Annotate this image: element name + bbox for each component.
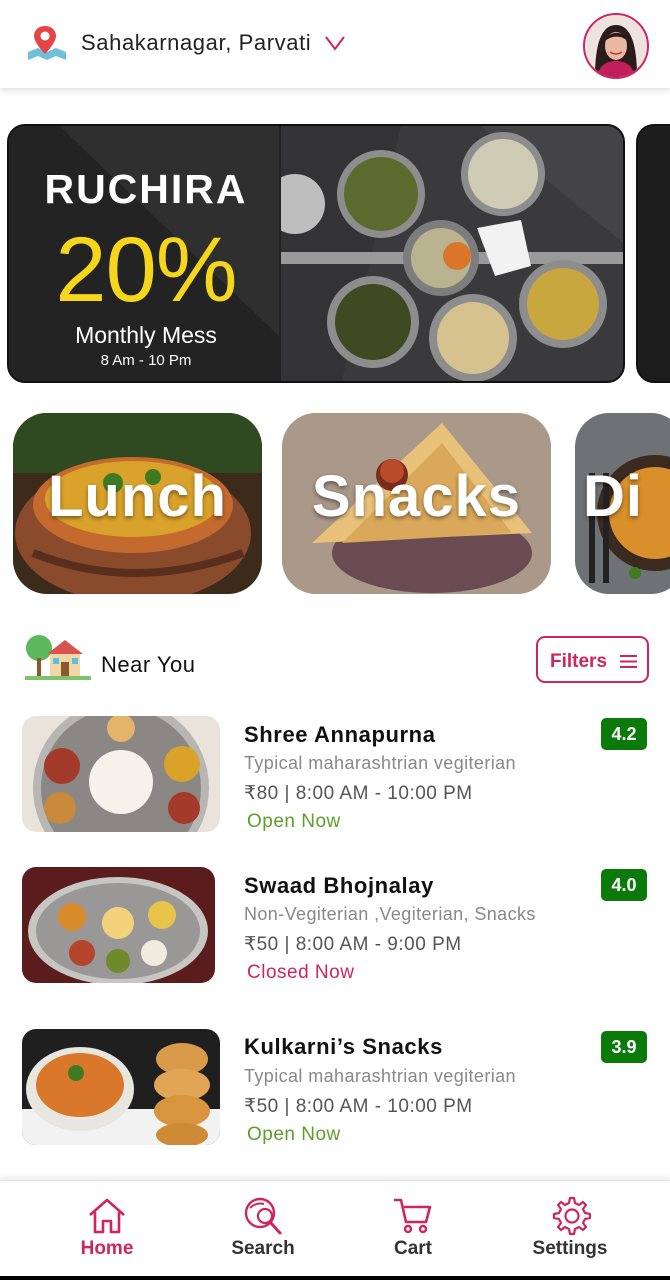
restaurant-price-hours: ₹50 | 8:00 AM - 10:00 PM (244, 1096, 473, 1117)
banner-text-panel: RUCHIRA 20% Monthly Mess 8 Am - 10 Pm (9, 126, 283, 381)
restaurant-thumbnail (22, 716, 220, 832)
menu-icon (620, 655, 637, 668)
nav-search[interactable]: Search (218, 1181, 308, 1280)
nav-settings-label: Settings (532, 1238, 608, 1259)
category-lunch[interactable]: Lunch (13, 413, 262, 594)
category-snacks[interactable]: Snacks (282, 413, 551, 594)
banner-discount: 20% (55, 219, 237, 321)
nav-search-label: Search (231, 1238, 295, 1259)
restaurant-price-hours: ₹50 | 8:00 AM - 9:00 PM (244, 934, 462, 955)
banner-hours: 8 Am - 10 Pm (100, 352, 192, 369)
restaurant-description: Non-Vegiterian ,Vegiterian, Snacks (244, 904, 536, 924)
rating-badge: 3.9 (601, 1031, 647, 1063)
restaurant-description: Typical maharashtrian vegiterian (244, 1066, 516, 1086)
filters-button[interactable]: Filters (536, 636, 649, 683)
home-icon (89, 1198, 125, 1234)
category-lunch-label: Lunch (48, 464, 227, 529)
rating-badge: 4.2 (601, 718, 647, 750)
house-icon (25, 635, 91, 680)
restaurant-description: Typical maharashtrian vegiterian (244, 753, 516, 773)
restaurant-name: Swaad Bhojnalay (244, 873, 434, 898)
top-header: Sahakarnagar, Parvati (0, 0, 670, 88)
rating-badge: 4.0 (601, 869, 647, 901)
category-dinner-label: Di (583, 464, 643, 529)
banner-brand: RUCHIRA (44, 166, 248, 212)
chevron-down-icon[interactable] (324, 34, 346, 52)
restaurant-name: Kulkarni’s Snacks (244, 1034, 443, 1059)
restaurant-status: Open Now (247, 1124, 341, 1145)
banner-subtitle: Monthly Mess (75, 322, 217, 348)
next-banner-peek[interactable] (636, 124, 670, 383)
avatar[interactable] (583, 13, 649, 79)
screen-bottom-edge (0, 1276, 670, 1280)
nav-cart-label: Cart (393, 1238, 432, 1259)
cart-icon (394, 1198, 432, 1234)
bottom-navigation: Home Search Cart Settings (0, 1180, 670, 1280)
restaurant-status: Open Now (247, 811, 341, 832)
location-label[interactable]: Sahakarnagar, Parvati (81, 30, 311, 56)
restaurant-status: Closed Now (247, 962, 355, 983)
filters-label: Filters (550, 651, 608, 672)
restaurant-price-hours: ₹80 | 8:00 AM - 10:00 PM (244, 783, 473, 804)
nav-settings[interactable]: Settings (520, 1181, 620, 1280)
map-pin-icon[interactable] (24, 22, 70, 62)
gear-icon (552, 1196, 591, 1236)
category-snacks-label: Snacks (311, 464, 522, 529)
near-you-title: Near You (101, 652, 196, 677)
restaurant-thumbnail (22, 867, 215, 983)
banner-food-image (281, 126, 623, 381)
category-dinner[interactable]: Di (575, 413, 670, 594)
restaurant-thumbnail (22, 1029, 220, 1145)
restaurant-name: Shree Annapurna (244, 722, 436, 747)
promo-banner[interactable]: RUCHIRA 20% Monthly Mess 8 Am - 10 Pm (7, 124, 625, 383)
nav-home-label: Home (80, 1238, 134, 1259)
search-icon (244, 1197, 282, 1235)
nav-home[interactable]: Home (62, 1181, 152, 1280)
nav-cart[interactable]: Cart (368, 1181, 458, 1280)
